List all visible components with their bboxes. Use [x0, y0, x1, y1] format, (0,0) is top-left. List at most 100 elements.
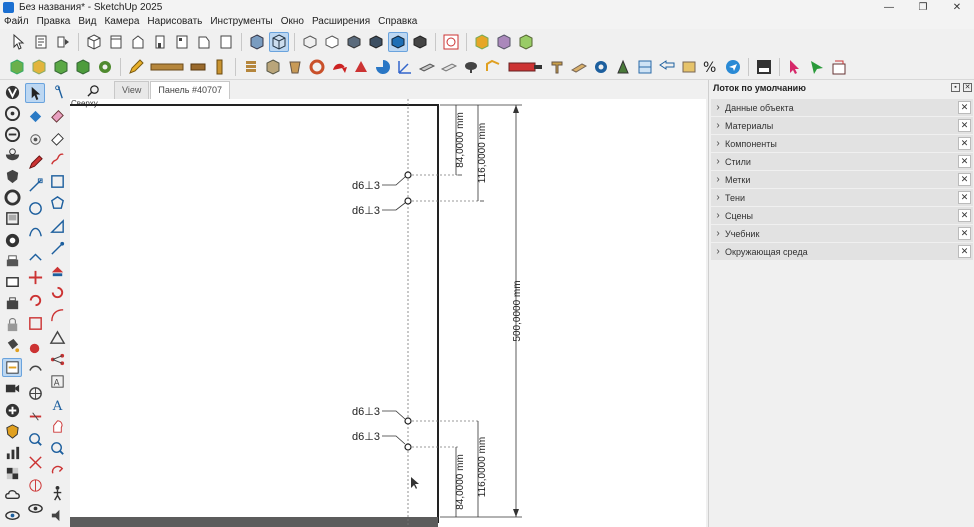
tool-bundle-icon[interactable] — [829, 57, 849, 77]
blue-pie-icon[interactable] — [373, 57, 393, 77]
component-box-icon[interactable] — [472, 32, 492, 52]
close-button[interactable]: ✕ — [940, 0, 974, 15]
figure-icon[interactable] — [613, 57, 633, 77]
chart-tool-icon[interactable] — [2, 443, 22, 461]
layout-tool-icon[interactable] — [2, 357, 22, 377]
drawing-canvas[interactable]: d6⊥3 d6⊥3 d6⊥3 d6⊥3 84,0000 mm 116,0000 … — [70, 99, 706, 527]
label-icon[interactable] — [679, 57, 699, 77]
right-view-icon[interactable] — [150, 32, 170, 52]
front-view-icon[interactable] — [128, 32, 148, 52]
stand-icon[interactable] — [285, 57, 305, 77]
swap-arrows-icon[interactable] — [657, 57, 677, 77]
close-icon[interactable]: ✕ — [958, 209, 971, 222]
menu-edit[interactable]: Правка — [33, 15, 75, 29]
back-edges-icon[interactable] — [269, 32, 289, 52]
panel-icon[interactable] — [417, 57, 437, 77]
tray-panel-tags[interactable]: › Метки ✕ — [711, 171, 973, 188]
tray-panel-entity-info[interactable]: › Данные объекта ✕ — [711, 99, 973, 116]
red-shape-icon[interactable] — [351, 57, 371, 77]
flip-tool-icon[interactable] — [47, 283, 67, 302]
pan-tool-icon[interactable] — [47, 417, 67, 436]
cutlist-icon[interactable] — [754, 57, 774, 77]
freehand-tool-icon[interactable] — [47, 150, 67, 169]
bowl-icon[interactable] — [2, 146, 22, 164]
rotate-tool-icon[interactable] — [25, 291, 45, 311]
section-tool-icon[interactable] — [25, 406, 45, 426]
monitor-icon[interactable] — [2, 273, 22, 291]
pie-tool-icon[interactable] — [47, 217, 67, 236]
menu-help[interactable]: Справка — [374, 15, 421, 29]
panel2-icon[interactable] — [439, 57, 459, 77]
measure-icon[interactable] — [635, 57, 655, 77]
tray-panel-instructor[interactable]: › Учебник ✕ — [711, 225, 973, 242]
ring-icon[interactable] — [307, 57, 327, 77]
menu-tools[interactable]: Инструменты — [206, 15, 276, 29]
shaded-icon[interactable] — [344, 32, 364, 52]
paint-bucket-icon[interactable] — [2, 337, 22, 355]
green-cube2-icon[interactable] — [51, 57, 71, 77]
lock-icon[interactable] — [2, 316, 22, 334]
text-label-icon[interactable]: A — [47, 372, 67, 391]
menu-window[interactable]: Окно — [277, 15, 308, 29]
top-view-icon[interactable] — [106, 32, 126, 52]
tray-close-button[interactable]: ✕ — [963, 83, 972, 92]
close-icon[interactable]: ✕ — [958, 227, 971, 240]
pencil-icon[interactable] — [126, 57, 146, 77]
tray-panel-materials[interactable]: › Материалы ✕ — [711, 117, 973, 134]
shield-logo-icon[interactable] — [2, 168, 22, 186]
logo-v-icon[interactable] — [2, 83, 22, 101]
walk-tool-icon[interactable] — [25, 476, 45, 496]
plus-circle-icon[interactable] — [2, 401, 22, 419]
paste-in-place-icon[interactable] — [53, 32, 73, 52]
zoom-window-icon[interactable] — [47, 439, 67, 458]
previous-view-icon[interactable] — [47, 461, 67, 480]
offset-tool-icon[interactable] — [47, 261, 67, 280]
post-icon[interactable] — [210, 57, 230, 77]
iso-view-icon[interactable] — [84, 32, 104, 52]
knob-icon[interactable] — [461, 57, 481, 77]
toolbox-icon[interactable] — [2, 294, 22, 312]
maximize-button[interactable]: ❐ — [906, 0, 940, 15]
percent-icon[interactable]: % — [701, 57, 721, 77]
menu-view[interactable]: Вид — [74, 15, 100, 29]
red-arrow-icon[interactable] — [329, 57, 349, 77]
lasso-tool-icon[interactable] — [47, 83, 67, 102]
tape-measure-icon[interactable] — [25, 337, 45, 357]
text-tool-icon[interactable] — [25, 360, 45, 380]
menu-camera[interactable]: Камера — [100, 15, 143, 29]
select-arrow-icon[interactable] — [9, 32, 29, 52]
bottom-view-icon[interactable] — [216, 32, 236, 52]
eye-tool-icon[interactable] — [2, 104, 22, 122]
nodes-tool-icon[interactable] — [47, 350, 67, 369]
circle-logo-icon[interactable] — [2, 125, 22, 143]
scale-tool-icon[interactable] — [25, 314, 45, 334]
minimize-button[interactable]: — — [872, 0, 906, 15]
settings-gear-icon[interactable] — [591, 57, 611, 77]
pink-cursor-icon[interactable] — [785, 57, 805, 77]
eraser-tool-icon[interactable] — [47, 105, 67, 124]
tray-panel-styles[interactable]: › Стили ✕ — [711, 153, 973, 170]
rotated-rect-icon[interactable] — [47, 172, 67, 191]
axis-icon[interactable] — [395, 57, 415, 77]
ring-logo-icon[interactable] — [2, 189, 22, 207]
close-icon[interactable]: ✕ — [958, 101, 971, 114]
box-icon[interactable] — [263, 57, 283, 77]
zoom-extents-icon[interactable] — [25, 453, 45, 473]
tray-panel-components[interactable]: › Компоненты ✕ — [711, 135, 973, 152]
stack-icon[interactable] — [241, 57, 261, 77]
close-icon[interactable]: ✕ — [958, 119, 971, 132]
window-tool-icon[interactable] — [2, 210, 22, 228]
eye-icon[interactable] — [2, 507, 22, 525]
cloud-upload-icon[interactable] — [2, 486, 22, 504]
component-box3-icon[interactable] — [516, 32, 536, 52]
walk-person-icon[interactable] — [47, 484, 67, 503]
tab-panel[interactable]: Панель #40707 — [150, 81, 230, 99]
tray-pin-button[interactable]: ▪ — [951, 83, 960, 92]
close-icon[interactable]: ✕ — [958, 173, 971, 186]
camera-record-icon[interactable] — [2, 380, 22, 398]
xray-icon[interactable] — [247, 32, 267, 52]
look-around-icon[interactable] — [25, 499, 45, 519]
menu-file[interactable]: Файл — [0, 15, 33, 29]
eraser2-tool-icon[interactable] — [47, 128, 67, 147]
orbit-eraser-icon[interactable] — [25, 129, 45, 149]
